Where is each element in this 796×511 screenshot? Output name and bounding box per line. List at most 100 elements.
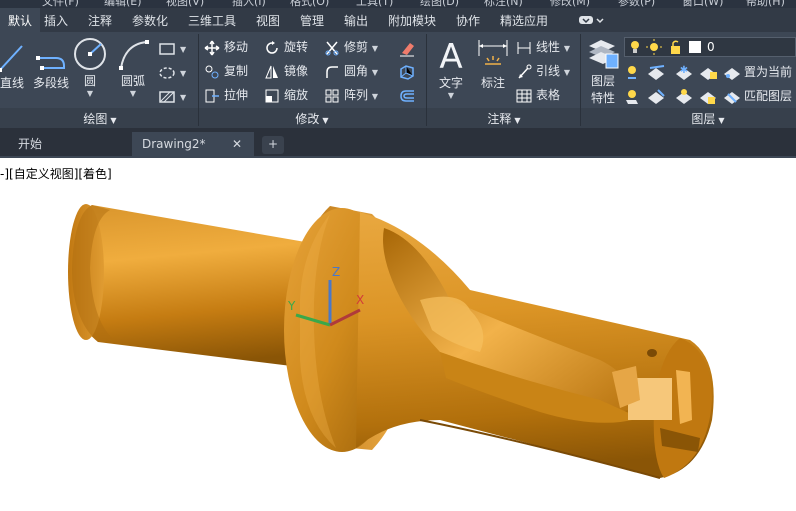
dimension-button[interactable]: 标注 xyxy=(474,36,512,91)
linear-dropdown-caret[interactable]: ▼ xyxy=(564,44,570,53)
text-dropdown-caret[interactable]: ▼ xyxy=(432,91,470,100)
new-tab-button[interactable]: + xyxy=(262,136,284,154)
menu-item-view[interactable]: 视图(V) xyxy=(166,0,204,8)
linear-dim-icon xyxy=(517,41,531,54)
gradient-button[interactable]: ▼ xyxy=(158,86,186,106)
move-button[interactable]: 移动 xyxy=(204,37,248,57)
rotate-button[interactable]: 旋转 xyxy=(264,37,308,57)
tab-drawing2[interactable]: Drawing2* ✕ xyxy=(132,132,254,158)
tab-featured-apps[interactable]: 精选应用 xyxy=(500,12,548,29)
trim-button[interactable]: 修剪 ▼ xyxy=(324,37,378,57)
set-current-icon xyxy=(724,68,740,80)
menu-item-draw[interactable]: 绘图(D) xyxy=(420,0,459,8)
eraser-icon xyxy=(400,42,414,56)
solid-edit-button[interactable] xyxy=(398,61,420,81)
set-current-layer-button[interactable]: 置为当前 xyxy=(744,62,792,82)
mirror-label: 镜像 xyxy=(284,64,309,78)
drill-model[interactable] xyxy=(68,204,714,479)
scale-button[interactable]: 缩放 xyxy=(264,85,308,105)
text-button[interactable]: A 文字 ▼ xyxy=(432,36,470,100)
draw-panel-title[interactable]: 绘图 ▼ xyxy=(60,110,140,126)
circle-dropdown-caret[interactable]: ▼ xyxy=(72,89,108,98)
dimension-label: 标注 xyxy=(480,76,505,90)
modify-panel-title-text: 修改 xyxy=(295,112,320,126)
array-button[interactable]: 阵列 ▼ xyxy=(324,85,378,105)
menu-item-edit[interactable]: 编辑(E) xyxy=(104,0,142,8)
rectangle-dropdown-caret[interactable]: ▼ xyxy=(180,45,186,54)
modify-panel-title[interactable]: 修改 ▼ xyxy=(272,110,352,126)
fillet-dropdown-caret[interactable]: ▼ xyxy=(372,68,378,77)
tab-default[interactable]: 默认 xyxy=(0,8,41,32)
ucs-z-label: Z xyxy=(332,265,340,279)
solid-box-icon xyxy=(400,64,414,80)
leader-dropdown-caret[interactable]: ▼ xyxy=(564,68,570,77)
ellipse-dropdown-caret[interactable]: ▼ xyxy=(180,69,186,78)
menu-item-help[interactable]: 帮助(H) xyxy=(746,0,785,8)
lightbulb-icon xyxy=(631,41,639,53)
viewport-controls[interactable]: -][自定义视图][着色] xyxy=(0,165,112,182)
layer-on-icon xyxy=(626,90,638,104)
layer-dropdown[interactable]: 0 xyxy=(624,37,796,57)
hatch-button[interactable]: ▼ xyxy=(158,62,186,82)
menu-item-parametric[interactable]: 参数(P) xyxy=(618,0,655,8)
polyline-button[interactable]: 多段线 xyxy=(30,40,72,91)
menu-item-insert[interactable]: 插入(I) xyxy=(232,0,266,8)
panel-divider xyxy=(426,34,427,126)
modify-panel-expand-icon: ▼ xyxy=(322,116,329,125)
circle-label: 圆 xyxy=(83,74,96,88)
offset-button[interactable] xyxy=(398,85,420,105)
hatch-dropdown-caret[interactable]: ▼ xyxy=(180,93,186,102)
tab-addins[interactable]: 附加模块 xyxy=(388,12,436,29)
rectangle-button[interactable]: ▼ xyxy=(158,38,186,58)
array-dropdown-caret[interactable]: ▼ xyxy=(372,92,378,101)
tab-start-label: 开始 xyxy=(18,137,43,151)
arc-icon xyxy=(119,40,149,70)
fillet-button[interactable]: 圆角 ▼ xyxy=(324,61,378,81)
match-layer-button[interactable]: 匹配图层 xyxy=(744,86,792,106)
scale-label: 缩放 xyxy=(284,88,309,102)
text-label: 文字 xyxy=(438,76,463,90)
tab-view[interactable]: 视图 xyxy=(256,12,280,29)
copy-icon xyxy=(205,65,219,78)
erase-button[interactable] xyxy=(398,37,420,57)
menu-bar: 文件(F) 编辑(E) 视图(V) 插入(I) 格式(O) 工具(T) 绘图(D… xyxy=(0,0,796,8)
drawing-canvas[interactable]: Z Y X xyxy=(0,185,796,511)
tab-collaborate[interactable]: 协作 xyxy=(456,12,480,29)
tab-output[interactable]: 输出 xyxy=(344,12,368,29)
line-button[interactable]: 直线 xyxy=(0,40,30,91)
leader-button[interactable]: 引线 ▼ xyxy=(516,61,570,81)
viewport-controls-label: -][自定义视图][着色] xyxy=(0,167,112,181)
stretch-button[interactable]: 拉伸 xyxy=(204,85,248,105)
tab-start[interactable]: 开始 xyxy=(0,132,128,158)
mirror-button[interactable]: 镜像 xyxy=(264,61,308,81)
arc-dropdown-caret[interactable]: ▼ xyxy=(114,89,152,98)
mirror-icon xyxy=(265,65,278,78)
copy-button[interactable]: 复制 xyxy=(204,61,248,81)
tab-annotate[interactable]: 注释 xyxy=(88,12,112,29)
menu-item-dimension[interactable]: 标注(N) xyxy=(484,0,523,8)
ribbon-minimize-toggle[interactable] xyxy=(578,14,604,26)
layer-unisolate-icon xyxy=(648,89,665,104)
layers-panel-title[interactable]: 图层 ▼ xyxy=(668,110,748,126)
tab-3d-tools[interactable]: 三维工具 xyxy=(188,12,236,29)
arc-button[interactable]: 圆弧 ▼ xyxy=(114,36,152,98)
layer-color-swatch xyxy=(689,41,701,53)
trim-dropdown-caret[interactable]: ▼ xyxy=(372,44,378,53)
table-button[interactable]: 表格 xyxy=(516,85,560,105)
annotation-panel-title[interactable]: 注释 ▼ xyxy=(464,110,544,126)
tab-manage[interactable]: 管理 xyxy=(300,12,324,29)
layer-properties-button[interactable]: 图层 特性 xyxy=(584,36,622,106)
menu-item-window[interactable]: 窗口(W) xyxy=(682,0,723,8)
array-label: 阵列 xyxy=(344,88,369,102)
fillet-icon xyxy=(326,65,338,78)
tab-parametric[interactable]: 参数化 xyxy=(132,12,168,29)
close-tab-icon[interactable]: ✕ xyxy=(232,132,242,156)
menu-item-file[interactable]: 文件(F) xyxy=(42,0,79,8)
menu-item-modify[interactable]: 修改(M) xyxy=(550,0,590,8)
line-icon xyxy=(0,45,23,72)
linear-dimension-button[interactable]: 线性 ▼ xyxy=(516,37,570,57)
tab-insert[interactable]: 插入 xyxy=(44,12,68,29)
menu-item-format[interactable]: 格式(O) xyxy=(290,0,329,8)
circle-button[interactable]: 圆 ▼ xyxy=(72,36,108,98)
menu-item-tools[interactable]: 工具(T) xyxy=(356,0,393,8)
